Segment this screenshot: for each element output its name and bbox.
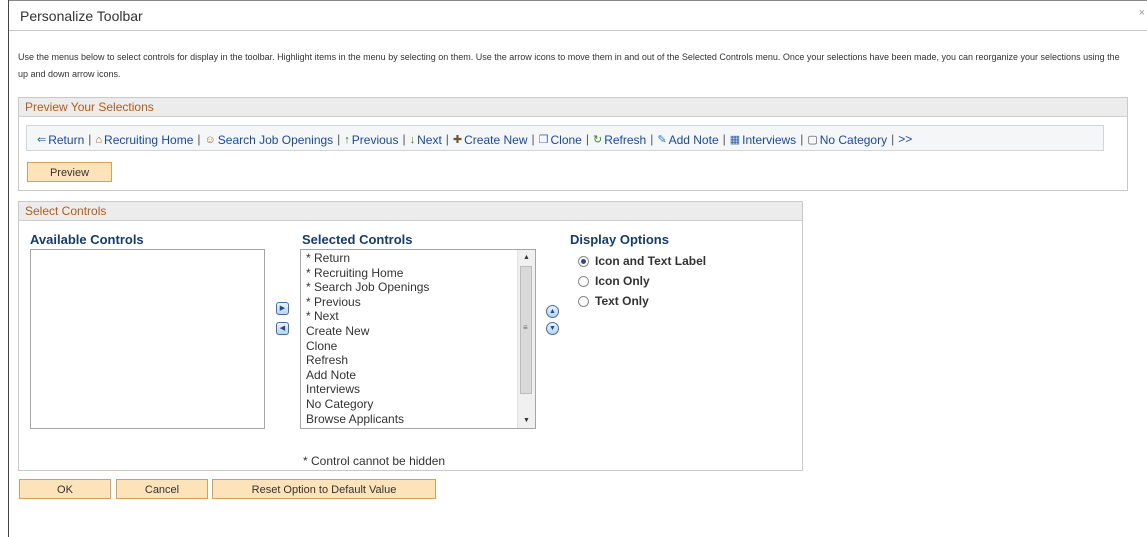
modal-title: Personalize Toolbar xyxy=(20,8,143,24)
calendar-icon: ▦ xyxy=(729,134,741,146)
toolbar-separator: | xyxy=(88,132,92,146)
toolbar-item-label: Next xyxy=(417,133,442,147)
clone-icon: ❐ xyxy=(538,134,549,146)
scroll-down-arrow-icon[interactable]: ▼ xyxy=(523,417,530,424)
display-option-icon-and-text-label[interactable]: Icon and Text Label xyxy=(578,254,706,268)
modal-title-bar: Personalize Toolbar × xyxy=(9,1,1147,31)
selected-control-item[interactable]: Interviews xyxy=(301,382,535,397)
move-left-arrow-icon[interactable]: ◀ xyxy=(276,322,289,335)
toolbar-separator: | xyxy=(891,132,895,146)
available-controls-heading: Available Controls xyxy=(30,232,144,247)
selected-control-item[interactable]: * Search Job Openings xyxy=(301,280,535,295)
scroll-thumb[interactable]: ≡ xyxy=(520,266,532,394)
selected-control-item[interactable]: Refresh xyxy=(301,353,535,368)
dashed-box-icon: ▢ xyxy=(807,134,818,146)
toolbar-separator: | xyxy=(531,132,535,146)
radio-button[interactable] xyxy=(578,295,589,307)
radio-button[interactable] xyxy=(578,275,589,287)
display-option-text-only[interactable]: Text Only xyxy=(578,294,649,308)
select-section-title: Select Controls xyxy=(19,202,802,221)
refresh-icon: ↻ xyxy=(592,134,603,146)
toolbar-item-label: Refresh xyxy=(604,133,647,147)
selected-control-item[interactable]: Clone xyxy=(301,339,535,354)
toolbar-item-label: Previous xyxy=(351,133,399,147)
toolbar-item-recruiting-home[interactable]: ⌂ Recruiting Home xyxy=(95,127,193,153)
selected-control-item[interactable]: Create New xyxy=(301,324,535,339)
selected-control-item[interactable]: Add Note xyxy=(301,368,535,383)
display-options-heading: Display Options xyxy=(570,232,669,247)
home-icon: ⌂ xyxy=(95,134,103,146)
previous-list-icon: ↑ xyxy=(344,134,350,146)
toolbar-separator: | xyxy=(445,132,449,146)
next-list-icon: ↓ xyxy=(409,134,416,146)
move-down-arrow-icon[interactable]: ▼ xyxy=(546,322,559,335)
selected-control-item[interactable]: * Next xyxy=(301,309,535,324)
reset-default-button[interactable]: Reset Option to Default Value xyxy=(212,479,436,499)
radio-label: Text Only xyxy=(595,294,649,308)
select-controls-group: Select Controls Available Controls Selec… xyxy=(18,201,803,471)
toolbar-separator: | xyxy=(402,132,406,146)
radio-button[interactable] xyxy=(578,255,589,267)
toolbar-separator: | xyxy=(337,132,341,146)
scroll-grip-icon: ≡ xyxy=(523,323,528,332)
scroll-up-arrow-icon[interactable]: ▲ xyxy=(523,254,530,261)
preview-button[interactable]: Preview xyxy=(27,162,112,182)
toolbar-item-previous[interactable]: ↑ Previous xyxy=(344,127,398,153)
toolbar-item-return[interactable]: ⇐ Return xyxy=(37,127,84,153)
toolbar-item-clone[interactable]: ❐ Clone xyxy=(539,127,582,153)
cancel-button[interactable]: Cancel xyxy=(116,479,208,499)
preview-section-title: Preview Your Selections xyxy=(19,98,1127,117)
ok-button[interactable]: OK xyxy=(19,479,111,499)
search-people-icon: ☺ xyxy=(204,134,216,146)
toolbar-separator: | xyxy=(197,132,201,146)
return-arrow-icon: ⇐ xyxy=(37,134,47,146)
toolbar-item-label: Clone xyxy=(550,133,582,147)
create-new-icon: ✚ xyxy=(452,134,463,146)
toolbar-separator: | xyxy=(585,132,589,146)
radio-label: Icon and Text Label xyxy=(595,254,707,268)
toolbar-separator: | xyxy=(650,132,654,146)
toolbar-item-label: Recruiting Home xyxy=(104,133,194,147)
toolbar-item-no-category[interactable]: ▢ No Category xyxy=(807,127,887,153)
move-up-arrow-icon[interactable]: ▲ xyxy=(546,305,559,318)
selected-control-item[interactable]: No Category xyxy=(301,397,535,412)
window-left-border xyxy=(8,0,9,537)
preview-selections-group: Preview Your Selections ⇐ Return | ⌂ Recruit… xyxy=(18,97,1128,191)
toolbar-item-label: Return xyxy=(48,133,85,147)
toolbar-more-link[interactable]: >> xyxy=(898,126,912,152)
toolbar-item-label: Search Job Openings xyxy=(217,133,334,147)
close-icon[interactable]: × xyxy=(1139,7,1145,19)
toolbar-item-next[interactable]: ↓ Next xyxy=(410,127,442,153)
instructions-text: Use the menus below to select controls f… xyxy=(18,52,1120,79)
toolbar-item-add-note[interactable]: ✎ Add Note xyxy=(657,127,718,153)
toolbar-item-interviews[interactable]: ▦ Interviews xyxy=(730,127,796,153)
move-right-arrow-icon[interactable]: ▶ xyxy=(276,302,289,315)
display-option-icon-only[interactable]: Icon Only xyxy=(578,274,650,288)
available-controls-list[interactable] xyxy=(30,249,265,429)
selected-controls-heading: Selected Controls xyxy=(302,232,413,247)
add-note-icon: ✎ xyxy=(657,134,667,146)
toolbar-item-search-job-openings[interactable]: ☺ Search Job Openings xyxy=(205,127,334,153)
toolbar-separator: | xyxy=(800,132,804,146)
toolbar-item-refresh[interactable]: ↻ Refresh xyxy=(593,127,646,153)
selected-control-item[interactable]: * Recruiting Home xyxy=(301,266,535,281)
selected-control-item[interactable]: Browse Applicants xyxy=(301,412,535,427)
toolbar-item-label: Create New xyxy=(464,133,528,147)
toolbar-separator: | xyxy=(722,132,726,146)
radio-label: Icon Only xyxy=(595,274,650,288)
toolbar-item-label: Add Note xyxy=(668,133,719,147)
toolbar-item-label: No Category xyxy=(819,133,888,147)
selected-control-item[interactable]: * Previous xyxy=(301,295,535,310)
toolbar-item-create-new[interactable]: ✚ Create New xyxy=(453,127,528,153)
selected-control-item[interactable]: * Return xyxy=(301,251,535,266)
toolbar-item-label: Interviews xyxy=(742,133,797,147)
cannot-hide-footnote: * Control cannot be hidden xyxy=(303,454,446,468)
selected-list-scrollbar[interactable]: ▲ ≡ ▼ xyxy=(517,250,535,428)
toolbar-preview-strip: ⇐ Return | ⌂ Recruiting Home | ☺ Search Job Ope… xyxy=(26,125,1104,151)
selected-controls-list[interactable]: * Return * Recruiting Home * Search Job Op… xyxy=(300,249,536,429)
